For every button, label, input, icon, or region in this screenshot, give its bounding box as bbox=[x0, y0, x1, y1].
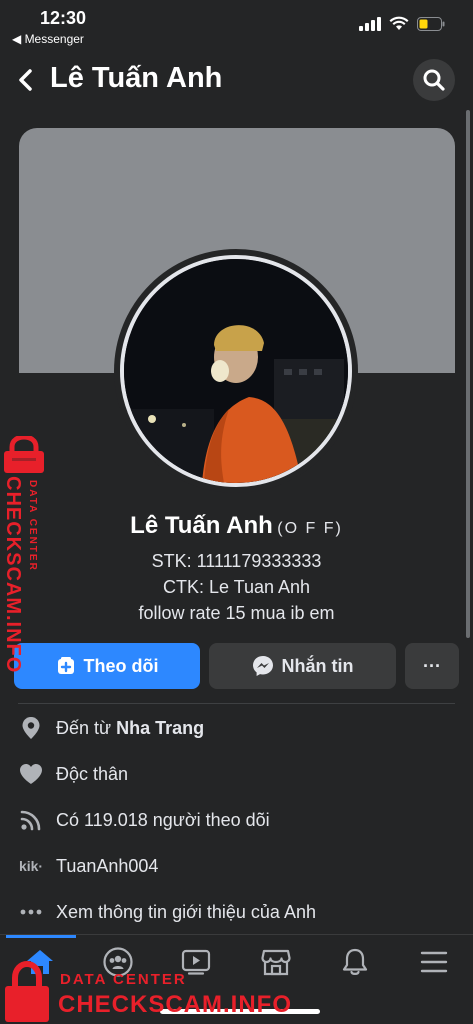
profile-status: (O F F) bbox=[277, 520, 343, 537]
search-icon bbox=[423, 69, 445, 91]
location-text: Đến từ Nha Trang bbox=[56, 718, 204, 739]
info-kik: kik· TuanAnh004 bbox=[18, 851, 458, 881]
add-follow-icon bbox=[57, 657, 74, 674]
status-time: 12:30 bbox=[40, 8, 87, 28]
ellipsis-icon bbox=[18, 899, 44, 925]
kik-label: kik· bbox=[18, 858, 44, 874]
info-location: Đến từ Nha Trang bbox=[18, 713, 458, 743]
location-city[interactable]: Nha Trang bbox=[116, 718, 204, 738]
profile-header: Lê Tuấn Anh bbox=[0, 52, 473, 108]
lock-icon bbox=[4, 436, 44, 473]
search-button[interactable] bbox=[413, 59, 455, 101]
bio-line: follow rate 15 mua ib em bbox=[138, 603, 335, 623]
rss-icon bbox=[18, 807, 44, 833]
profile-picture[interactable] bbox=[114, 249, 358, 493]
location-pin-icon bbox=[18, 715, 44, 741]
kik-icon: kik· bbox=[18, 853, 44, 879]
info-followers: Có 119.018 người theo dõi bbox=[18, 805, 458, 835]
message-button[interactable]: Nhắn tin bbox=[209, 643, 396, 689]
watermark-bottom: DATA CENTER CHECKSCAM.INFO bbox=[0, 958, 473, 1024]
profile-name: Lê Tuấn Anh bbox=[130, 512, 273, 539]
profile-name-row: Lê Tuấn Anh (O F F) bbox=[0, 512, 473, 540]
kik-username[interactable]: TuanAnh004 bbox=[56, 856, 158, 877]
watermark-side-small: DATA CENTER bbox=[27, 480, 38, 572]
info-see-more[interactable]: Xem thông tin giới thiệu của Anh bbox=[18, 897, 458, 927]
bio-line: CTK: Le Tuan Anh bbox=[162, 577, 311, 597]
back-button[interactable] bbox=[12, 64, 40, 96]
messenger-icon bbox=[252, 656, 273, 676]
watermark-data-center: DATA CENTER bbox=[60, 971, 187, 988]
more-icon: ··· bbox=[423, 655, 441, 676]
status-icons bbox=[359, 16, 445, 31]
bio-line: STK: 1111179333333 bbox=[151, 551, 322, 571]
message-button-label: Nhắn tin bbox=[281, 655, 354, 676]
followers-text[interactable]: Có 119.018 người theo dõi bbox=[56, 810, 270, 831]
chevron-left-icon bbox=[19, 69, 32, 91]
relationship-text: Độc thân bbox=[56, 763, 129, 784]
active-tab-indicator bbox=[6, 935, 76, 938]
more-options-button[interactable]: ··· bbox=[405, 643, 459, 689]
info-relationship: Độc thân bbox=[18, 759, 458, 789]
battery-icon bbox=[417, 16, 445, 31]
watermark-brand: CHECKSCAM.INFO bbox=[2, 476, 24, 674]
avatar bbox=[120, 255, 352, 487]
page-title: Lê Tuấn Anh bbox=[50, 62, 223, 94]
watermark-side: CHECKSCAM.INFO DATA CENTER bbox=[0, 436, 50, 673]
watermark-side-text: CHECKSCAM.INFO bbox=[1, 476, 24, 673]
location-prefix: Đến từ bbox=[56, 717, 112, 738]
back-to-messenger-link[interactable]: ◀ Messenger bbox=[12, 32, 84, 46]
status-bar: 12:30 ◀ Messenger bbox=[0, 0, 473, 50]
follow-button-label: Theo dõi bbox=[83, 655, 159, 676]
see-more-about-text[interactable]: Xem thông tin giới thiệu của Anh bbox=[56, 902, 316, 923]
avatar-photo bbox=[124, 259, 348, 483]
wifi-icon bbox=[389, 16, 409, 30]
divider bbox=[18, 703, 455, 704]
heart-icon bbox=[18, 761, 44, 787]
watermark-brand: CHECKSCAM.INFO bbox=[58, 991, 292, 1018]
cellular-signal-icon bbox=[359, 16, 381, 31]
lock-icon bbox=[5, 960, 49, 1022]
